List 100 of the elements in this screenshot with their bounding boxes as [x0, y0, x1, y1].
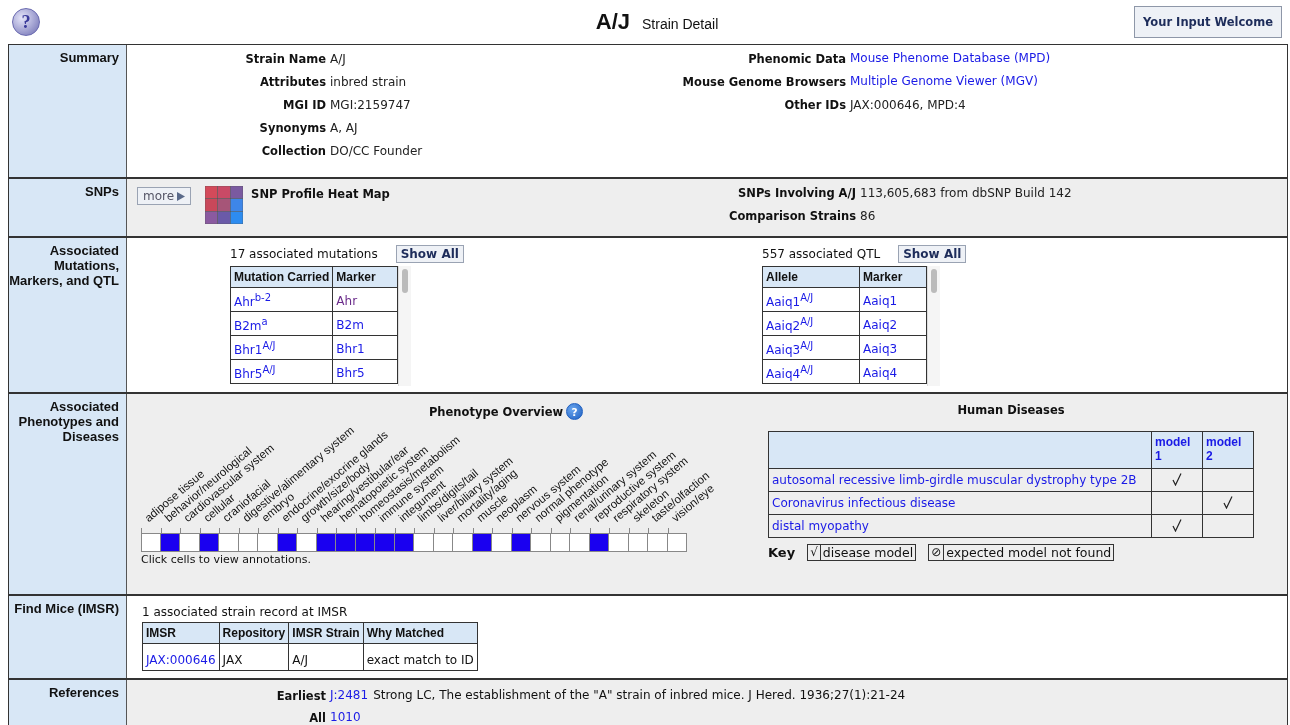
feedback-button[interactable]: Your Input Welcome — [1134, 6, 1282, 38]
field-label: Strain Name — [244, 51, 326, 67]
record-link[interactable]: JAX:000646 — [146, 653, 216, 667]
section-label: Find Mice (IMSR) — [9, 596, 127, 678]
marker-link[interactable]: B2m — [336, 317, 364, 332]
summary-text: 1 associated strain record at IMSR — [142, 605, 349, 619]
more-button[interactable]: more — [137, 187, 192, 205]
marker-link[interactable]: Aaiq1 — [863, 293, 898, 308]
show-all-button[interactable]: Show All — [395, 245, 464, 263]
field-value: JAX:000646, MPD:4 — [850, 97, 967, 113]
field-link[interactable]: Mouse Phenome Database (MPD) — [850, 51, 1287, 67]
reference-link[interactable]: 1010 — [330, 710, 361, 725]
phenotype-cell[interactable] — [492, 533, 512, 552]
field-link[interactable]: Multiple Genome Viewer (MGV) — [850, 74, 1287, 90]
phenotype-cell[interactable] — [609, 533, 629, 552]
marker-link[interactable]: Aaiq2 — [863, 317, 898, 332]
field-value: MGI:2159747 — [330, 97, 412, 113]
field-label: Collection — [260, 143, 326, 159]
phenotype-cell[interactable] — [648, 533, 668, 552]
table-cell: A/J — [288, 643, 364, 671]
phenotype-cell[interactable] — [336, 533, 356, 552]
column-header[interactable]: model 2 — [1202, 431, 1254, 469]
scrollbar[interactable] — [927, 266, 940, 386]
key-label: Key — [768, 545, 796, 560]
allele-link[interactable]: Aaiq4$^{A/J}$ — [766, 367, 814, 381]
show-all-button[interactable]: Show All — [898, 245, 967, 263]
phenotype-cell[interactable] — [297, 533, 317, 552]
section-label: Associated Phenotypes and Diseases — [9, 394, 127, 594]
marker-link[interactable]: Aaiq3 — [863, 341, 898, 356]
column-header[interactable]: model 1 — [1151, 431, 1203, 469]
check-icon — [1172, 473, 1182, 486]
table-cell: exact match to ID — [363, 643, 478, 671]
allele-link[interactable]: Aaiq1$^{A/J}$ — [766, 295, 814, 309]
disease-link[interactable]: distal myopathy — [772, 519, 869, 533]
field-value: A, AJ — [330, 120, 359, 136]
column-header: Allele — [762, 266, 860, 288]
field-label: Comparison Strains — [727, 208, 856, 224]
hint-text: Click cells to view annotations. — [141, 553, 312, 566]
field-label: Mouse Genome Browsers — [681, 74, 846, 90]
marker-link[interactable]: Ahr — [336, 293, 358, 308]
column-header: IMSR — [142, 622, 220, 644]
scrollbar[interactable] — [398, 266, 412, 386]
field-label: SNPs Involving A/J — [736, 185, 856, 201]
allele-link[interactable]: Bhr1$^{A/J}$ — [234, 343, 276, 357]
field-label: Other IDs — [783, 97, 846, 113]
field-label: Synonyms — [258, 120, 326, 136]
page-title: A/J — [595, 9, 630, 35]
section-label: SNPs — [9, 179, 127, 236]
phenotype-cell[interactable] — [375, 533, 395, 552]
phenotype-cell[interactable] — [531, 533, 551, 552]
reference-text: Strong LC, The establishment of the "A" strain of inbred mice. J Hered. 1936;27(1):21-24 — [373, 688, 906, 704]
page-subtitle: Strain Detail — [642, 16, 719, 32]
field-value: inbred strain — [330, 74, 408, 90]
phenotype-cell[interactable] — [453, 533, 473, 552]
key-item: √ disease model — [807, 544, 917, 561]
check-icon — [1223, 496, 1233, 509]
column-header: IMSR Strain — [288, 622, 364, 644]
heat-map-label: SNP Profile Heat Map — [251, 187, 390, 201]
field-label: Phenomic Data — [747, 51, 846, 67]
section-label: Associated Mutations, Markers, and QTL — [9, 238, 127, 392]
section-title: Phenotype Overview — [428, 404, 564, 419]
field-label: All — [308, 710, 326, 725]
phenotype-cell[interactable] — [141, 533, 161, 552]
phenotype-cell[interactable] — [258, 533, 278, 552]
help-icon[interactable]: ? — [12, 8, 40, 36]
field-value: DO/CC Founder — [330, 143, 424, 159]
section-label: Summary — [9, 45, 127, 177]
disease-link[interactable]: Coronavirus infectious disease — [772, 496, 956, 510]
count-text: 557 associated QTL — [762, 247, 881, 261]
field-value: A/J — [330, 51, 347, 67]
phenotype-cell[interactable] — [414, 533, 434, 552]
table-cell: JAX — [219, 643, 289, 671]
marker-link[interactable]: Bhr5 — [336, 365, 365, 380]
allele-link[interactable]: Bhr5$^{A/J}$ — [234, 367, 276, 381]
section-title: Human Diseases — [957, 403, 1065, 417]
marker-link[interactable]: Aaiq4 — [863, 365, 898, 380]
allele-link[interactable]: B2m$^{a}$ — [234, 319, 268, 333]
column-header: Repository — [219, 622, 289, 644]
field-value: 113,605,683 from dbSNP Build 142 — [860, 185, 1072, 201]
column-header: Marker — [332, 266, 398, 288]
check-icon — [1172, 519, 1182, 532]
phenotype-cell[interactable] — [180, 533, 200, 552]
column-header: Mutation Carried — [230, 266, 333, 288]
reference-link[interactable]: J:2481 — [330, 688, 369, 704]
allele-link[interactable]: Ahr$^{b-2}$ — [234, 295, 272, 309]
key-item: ⊘ expected model not found — [928, 544, 1115, 561]
allele-link[interactable]: Aaiq3$^{A/J}$ — [766, 343, 814, 357]
heat-map-icon[interactable] — [205, 186, 244, 224]
field-label: MGI ID — [282, 97, 326, 113]
disease-link[interactable]: autosomal recessive limb-girdle muscular dystrophy type 2B — [772, 473, 1137, 487]
phenotype-cell[interactable] — [219, 533, 239, 552]
phenotype-cell[interactable] — [570, 533, 590, 552]
column-header: Why Matched — [363, 622, 478, 644]
allele-link[interactable]: Aaiq2$^{A/J}$ — [766, 319, 814, 333]
marker-link[interactable]: Bhr1 — [336, 341, 365, 356]
field-label: Earliest — [275, 688, 326, 704]
section-label: References — [9, 680, 127, 725]
field-label: Attributes — [258, 74, 326, 90]
field-value: 86 — [860, 208, 877, 224]
count-text: 17 associated mutations — [230, 247, 378, 261]
